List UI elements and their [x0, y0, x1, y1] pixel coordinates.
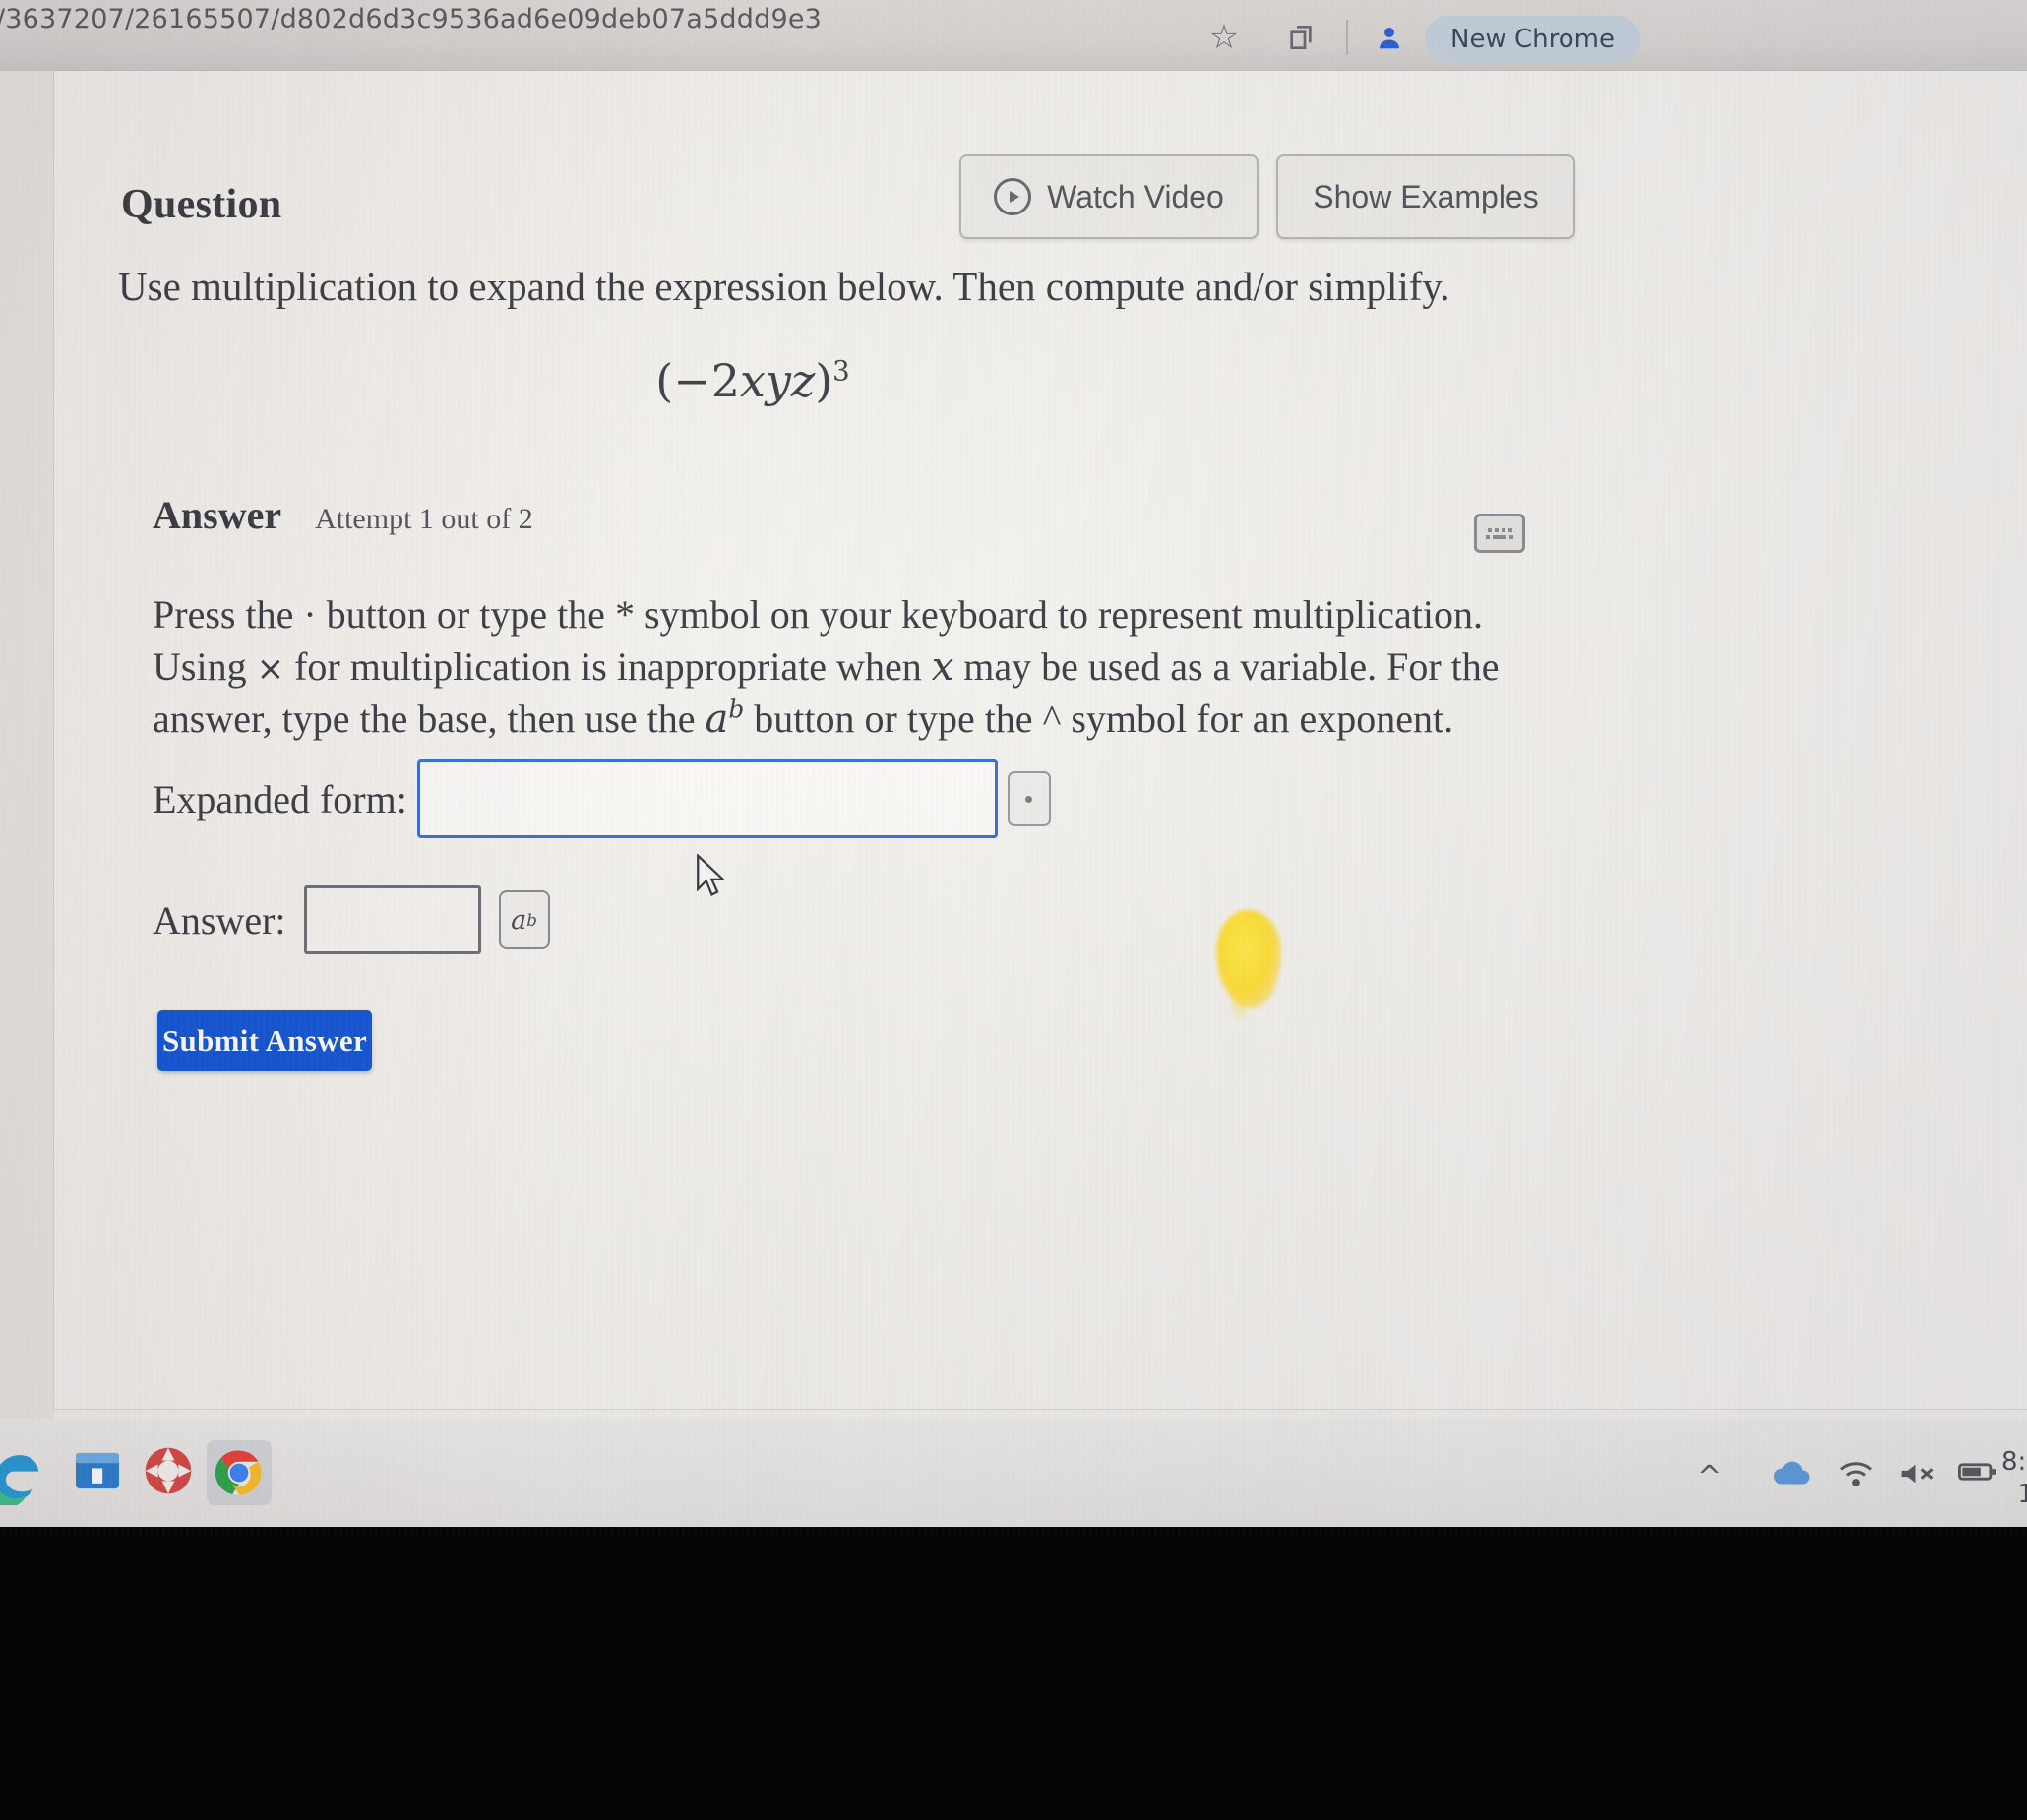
url-bar-text[interactable]: /3637207/26165507/d802d6d3c9536ad6e09deb… — [0, 4, 822, 34]
ab-button-base: a — [511, 904, 527, 936]
instr-part2: button or type the — [316, 592, 615, 637]
highlighter-mark-tail — [1233, 984, 1247, 1025]
instr-ab-notation: ab — [705, 695, 745, 742]
question-card: Question Watch Video Show Examples Use m… — [54, 71, 2027, 1409]
expanded-form-row: Expanded form: — [153, 759, 1051, 838]
ab-button-exp: b — [526, 910, 537, 930]
play-circle-icon — [994, 178, 1032, 215]
submit-answer-button[interactable]: Submit Answer — [157, 1010, 372, 1071]
clock-time: 8:3 — [2001, 1447, 2027, 1477]
attempt-counter: Attempt 1 out of 2 — [315, 503, 533, 535]
instr-caret-symbol: ^ — [1042, 696, 1062, 741]
expr-exponent: 3 — [832, 354, 850, 388]
cloud-icon[interactable] — [1771, 1460, 1812, 1491]
chrome-icon[interactable] — [207, 1440, 272, 1505]
laptop-screen-photo: /3637207/26165507/d802d6d3c9536ad6e09deb… — [0, 0, 2027, 1535]
profile-avatar-icon[interactable] — [1368, 16, 1411, 59]
windows-taskbar: ^ 8:3 1/ — [0, 1419, 2027, 1527]
microsoft-store-icon[interactable] — [67, 1440, 132, 1505]
expr-coefficient: −2 — [673, 354, 741, 407]
wifi-icon[interactable] — [1838, 1460, 1873, 1491]
toolbar-divider — [1346, 20, 1348, 55]
volume-muted-icon[interactable] — [1897, 1460, 1936, 1491]
watch-video-button[interactable]: Watch Video — [959, 154, 1259, 239]
keyboard-icon[interactable] — [1474, 514, 1525, 553]
photo-black-border — [0, 1527, 2027, 1820]
answer-heading: Answer — [153, 493, 282, 537]
answer-input[interactable] — [303, 885, 481, 954]
taskbar-clock[interactable]: 8:3 1/ — [2001, 1446, 2027, 1510]
instr-ab-exp: b — [728, 695, 745, 724]
instr-asterisk-symbol: * — [614, 592, 635, 637]
expr-open: ( — [655, 354, 674, 407]
edge-icon[interactable] — [0, 1440, 49, 1508]
instr-part7: symbol for an exponent. — [1061, 696, 1454, 741]
browser-toolbar: /3637207/26165507/d802d6d3c9536ad6e09deb… — [0, 0, 2027, 71]
instr-part4: for multiplication is inappropriate when — [284, 643, 932, 689]
answer-row: Answer: ab — [153, 885, 550, 954]
instr-part6: button or type the — [744, 696, 1043, 741]
instr-variable-x: x — [931, 643, 954, 690]
instr-part1: Press the — [153, 592, 304, 637]
watch-video-label: Watch Video — [1047, 178, 1224, 214]
expanded-form-label: Expanded form: — [153, 776, 407, 821]
mouse-cursor — [697, 854, 726, 896]
game-icon[interactable] — [138, 1440, 203, 1505]
instr-ab-base: a — [705, 696, 729, 742]
math-expression: (−2xyz)3 — [54, 354, 1451, 407]
web-page: Question Watch Video Show Examples Use m… — [54, 71, 2027, 1419]
show-examples-label: Show Examples — [1313, 178, 1539, 214]
battery-icon[interactable] — [1958, 1460, 1997, 1487]
multiplication-dot-button[interactable] — [1007, 771, 1051, 826]
exponent-ab-button[interactable]: ab — [498, 890, 550, 949]
bookmark-star-icon[interactable]: ☆ — [1202, 16, 1246, 59]
instr-dot-symbol: · — [303, 592, 317, 637]
submit-answer-label: Submit Answer — [161, 1023, 368, 1058]
chevron-up-icon[interactable]: ^ — [1697, 1460, 1722, 1494]
expanded-form-input[interactable] — [416, 759, 998, 838]
page-title: Question — [121, 182, 282, 227]
answer-header: Answer Attempt 1 out of 2 — [153, 492, 533, 538]
answer-instructions: Press the · button or type the * symbol … — [153, 589, 1520, 745]
show-examples-button[interactable]: Show Examples — [1276, 154, 1575, 239]
new-chrome-label: New Chrome — [1450, 25, 1615, 54]
expr-close: ) — [815, 354, 833, 407]
instr-times-symbol: × — [256, 648, 285, 689]
expr-vars: xyz — [740, 354, 816, 407]
share-icon[interactable] — [1279, 16, 1322, 59]
answer-label: Answer: — [153, 897, 286, 942]
new-chrome-button[interactable]: New Chrome — [1425, 16, 1640, 63]
question-prompt: Use multiplication to expand the express… — [118, 264, 1450, 309]
clock-date: 1/ — [2017, 1479, 2027, 1509]
